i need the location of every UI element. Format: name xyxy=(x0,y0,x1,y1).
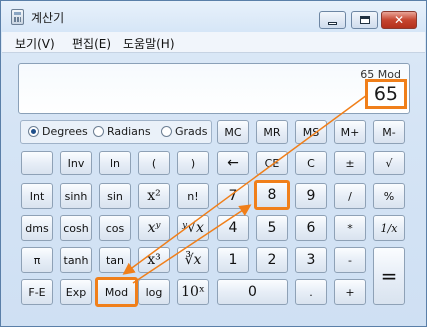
equals-button[interactable]: = xyxy=(373,247,405,305)
close-button[interactable]: ✕ xyxy=(381,11,417,29)
close-paren-button[interactable]: ) xyxy=(177,151,209,175)
sqrt-button[interactable]: √ xyxy=(373,151,405,175)
x-squared-button[interactable]: x² xyxy=(138,183,170,209)
menu-view[interactable]: 보기(V) xyxy=(15,35,55,52)
fe-button[interactable]: F-E xyxy=(21,279,53,305)
digit-0-button[interactable]: 0 xyxy=(217,279,288,305)
mplus-button[interactable]: M+ xyxy=(334,120,366,144)
radio-degrees-label: Degrees xyxy=(42,125,88,138)
log-button[interactable]: log xyxy=(138,279,170,305)
open-paren-button[interactable]: ( xyxy=(138,151,170,175)
digit-3-button[interactable]: 3 xyxy=(295,247,327,273)
factorial-button[interactable]: n! xyxy=(177,183,209,209)
radio-grads[interactable]: Grads xyxy=(161,125,208,138)
int-button[interactable]: Int xyxy=(21,183,53,209)
radio-unselected-icon xyxy=(93,126,104,137)
minimize-icon xyxy=(328,21,337,25)
backspace-button[interactable]: ← xyxy=(217,151,249,175)
x-power-y-button[interactable]: xʸ xyxy=(138,215,170,241)
multiply-button[interactable]: * xyxy=(334,215,366,241)
menu-bar: 보기(V) 편집(E) 도움말(H) xyxy=(2,32,425,53)
cos-button[interactable]: cos xyxy=(99,215,131,241)
digit-5-button[interactable]: 5 xyxy=(256,215,288,241)
digit-6-button[interactable]: 6 xyxy=(295,215,327,241)
digit-8-button[interactable]: 8 xyxy=(254,180,290,210)
digit-2-button[interactable]: 2 xyxy=(256,247,288,273)
digit-4-button[interactable]: 4 xyxy=(217,215,249,241)
close-icon: ✕ xyxy=(393,13,405,27)
exp-button[interactable]: Exp xyxy=(60,279,92,305)
x-cubed-button[interactable]: x³ xyxy=(138,247,170,273)
cosh-button[interactable]: cosh xyxy=(60,215,92,241)
ms-button[interactable]: MS xyxy=(295,120,327,144)
minimize-button[interactable] xyxy=(319,11,346,29)
percent-button[interactable]: % xyxy=(373,183,405,209)
inv-button[interactable]: Inv xyxy=(60,151,92,175)
divide-button[interactable]: / xyxy=(334,183,366,209)
y-root-x-button[interactable]: ʸ√x xyxy=(177,215,209,241)
title-bar: 계산기 ✕ xyxy=(1,1,426,32)
ce-button[interactable]: CE xyxy=(256,151,288,175)
calculator-display: 65 Mod xyxy=(18,63,410,114)
digit-7-button[interactable]: 7 xyxy=(217,183,249,209)
subtract-button[interactable]: - xyxy=(334,247,366,273)
cube-root-button[interactable]: ∛x xyxy=(177,247,209,273)
add-button[interactable]: + xyxy=(334,279,366,305)
calculator-icon xyxy=(11,9,24,25)
sinh-button[interactable]: sinh xyxy=(60,183,92,209)
radio-grads-label: Grads xyxy=(175,125,208,138)
menu-help[interactable]: 도움말(H) xyxy=(123,35,175,52)
plus-minus-button[interactable]: ± xyxy=(334,151,366,175)
radio-selected-icon xyxy=(28,126,39,137)
mminus-button[interactable]: M- xyxy=(373,120,405,144)
menu-edit[interactable]: 편집(E) xyxy=(72,35,111,52)
dms-button[interactable]: dms xyxy=(21,215,53,241)
decimal-button[interactable]: . xyxy=(295,279,327,305)
window-title: 계산기 xyxy=(31,11,65,25)
ln-button[interactable]: ln xyxy=(99,151,131,175)
blank-button xyxy=(21,151,53,175)
reciprocal-button[interactable]: 1/x xyxy=(373,215,405,241)
ten-power-x-button[interactable]: 10ˣ xyxy=(177,279,209,305)
radio-radians-label: Radians xyxy=(107,125,151,138)
radio-radians[interactable]: Radians xyxy=(93,125,151,138)
pi-button[interactable]: π xyxy=(21,247,53,273)
digit-1-button[interactable]: 1 xyxy=(217,247,249,273)
tan-button[interactable]: tan xyxy=(99,247,131,273)
c-button[interactable]: C xyxy=(295,151,327,175)
mc-button[interactable]: MC xyxy=(217,120,249,144)
tanh-button[interactable]: tanh xyxy=(60,247,92,273)
display-value: 65 xyxy=(373,83,398,105)
display-value-highlight: 65 xyxy=(365,79,407,109)
radio-degrees[interactable]: Degrees xyxy=(28,125,88,138)
sin-button[interactable]: sin xyxy=(99,183,131,209)
calculator-window: 계산기 ✕ 보기(V) 편집(E) 도움말(H) 65 Mod 65 Degre… xyxy=(0,0,427,327)
maximize-button[interactable] xyxy=(351,11,378,29)
digit-9-button[interactable]: 9 xyxy=(295,183,327,209)
mr-button[interactable]: MR xyxy=(256,120,288,144)
maximize-icon xyxy=(359,16,370,24)
angle-unit-group: Degrees Radians Grads xyxy=(20,120,212,144)
radio-unselected-icon xyxy=(161,126,172,137)
mod-button[interactable]: Mod xyxy=(95,277,138,307)
